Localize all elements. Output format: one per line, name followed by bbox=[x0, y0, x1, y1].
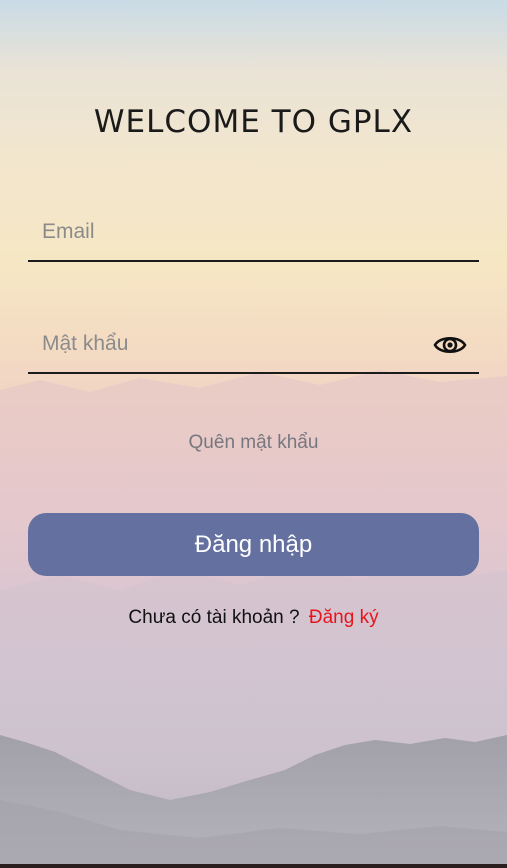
login-button[interactable]: Đăng nhập bbox=[28, 513, 479, 576]
page-title: WELCOME TO GPLX bbox=[93, 104, 414, 140]
eye-icon[interactable] bbox=[433, 328, 467, 362]
signup-link[interactable]: Đăng ký bbox=[309, 607, 379, 628]
login-screen: WELCOME TO GPLX Quên mật khẩu Đăng nhập … bbox=[0, 0, 507, 868]
password-input[interactable] bbox=[42, 326, 422, 362]
signup-prompt-line: Chưa có tài khoản ? Đăng ký bbox=[0, 607, 507, 629]
email-input[interactable] bbox=[42, 214, 422, 250]
password-field bbox=[28, 316, 479, 374]
bottom-edge bbox=[0, 864, 507, 868]
email-field bbox=[28, 204, 479, 262]
signup-prompt-text: Chưa có tài khoản ? bbox=[128, 607, 300, 628]
forgot-password-link[interactable]: Quên mật khẩu bbox=[0, 432, 507, 454]
